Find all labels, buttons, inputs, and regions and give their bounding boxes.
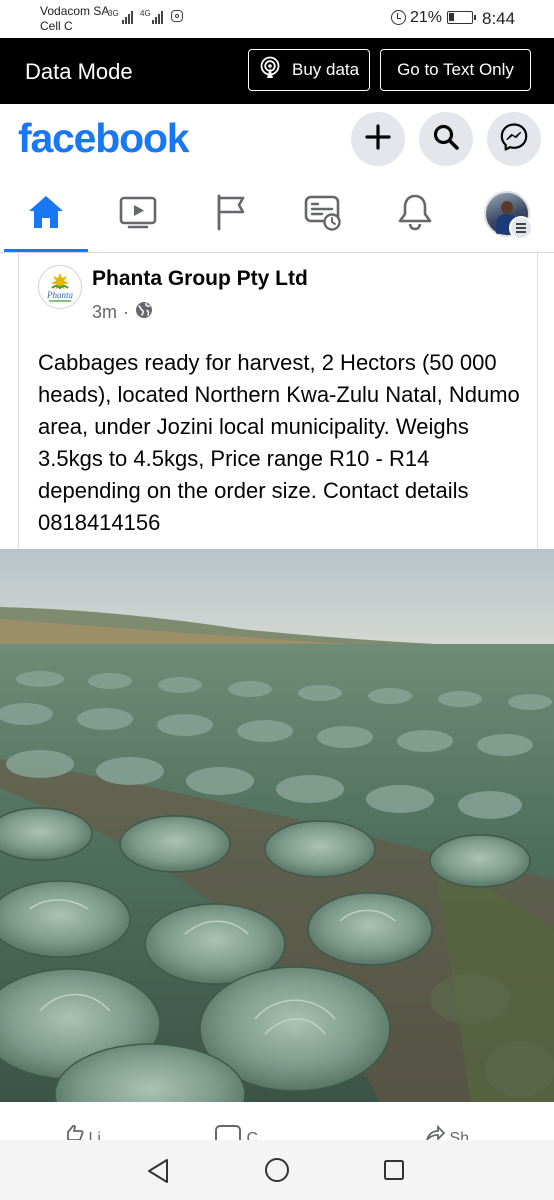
instagram-icon	[171, 10, 183, 22]
meta-separator: ·	[123, 302, 130, 322]
create-button[interactable]	[351, 112, 405, 166]
globe-icon	[135, 301, 153, 324]
menu-hamburger-icon	[509, 216, 533, 240]
pages-flag-icon	[214, 193, 248, 236]
android-navigation-bar	[0, 1140, 554, 1200]
status-bar: Vodacom SA Cell C 3G 4G 21% 8:44	[0, 0, 554, 38]
messenger-button[interactable]	[487, 112, 541, 166]
sim1-network-type: 3G	[108, 9, 119, 18]
share-button[interactable]: Sh	[425, 1124, 470, 1140]
battery-percentage: 21%	[410, 9, 443, 26]
signal-strength-icon	[152, 10, 163, 24]
nav-tab-profile-menu[interactable]	[464, 176, 550, 252]
back-icon[interactable]	[146, 1158, 170, 1189]
nav-tab-home[interactable]	[3, 176, 89, 252]
page-avatar[interactable]: Phanta	[38, 265, 82, 309]
text-only-button[interactable]: Go to Text Only	[380, 49, 531, 91]
video-icon	[119, 195, 157, 234]
like-icon	[64, 1124, 88, 1140]
buy-data-button[interactable]: Buy data	[248, 49, 370, 91]
facebook-header: facebook	[0, 104, 554, 176]
clock-time: 8:44	[482, 9, 516, 28]
search-icon	[432, 123, 460, 156]
home-icon	[27, 194, 65, 235]
buy-data-label: Buy data	[292, 60, 360, 79]
post-action-bar: Li C Sh	[0, 1102, 554, 1140]
home-circle-icon[interactable]	[264, 1157, 290, 1188]
post-card: Phanta Phanta Group Pty Ltd 3m · Cabbage…	[18, 253, 538, 549]
share-icon	[425, 1124, 449, 1140]
sim2-network-type: 4G	[140, 9, 151, 18]
facebook-logo[interactable]: facebook	[18, 115, 190, 162]
search-button[interactable]	[419, 112, 473, 166]
active-tab-indicator	[4, 249, 88, 252]
carrier-name-1: Vodacom SA	[40, 4, 110, 18]
wifi-broadcast-icon	[258, 56, 282, 85]
comment-button[interactable]: C	[214, 1125, 259, 1140]
main-navigation	[0, 176, 554, 253]
post-timestamp[interactable]: 3m	[92, 302, 117, 323]
data-mode-banner: Data Mode Buy data Go to Text Only	[0, 38, 554, 104]
post-body-text: Cabbages ready for harvest, 2 Hectors (5…	[38, 350, 520, 535]
nav-tab-pages[interactable]	[188, 176, 274, 252]
text-only-label: Go to Text Only	[397, 60, 514, 79]
nav-tab-notifications[interactable]	[372, 176, 458, 252]
notifications-bell-icon	[397, 193, 433, 236]
nav-tab-watch[interactable]	[95, 176, 181, 252]
signal-strength-icon	[122, 10, 133, 24]
like-label: Li	[88, 1130, 101, 1140]
cabbage-field-photo[interactable]	[0, 549, 554, 1102]
plus-icon	[365, 123, 391, 155]
page-name-link[interactable]: Phanta Group Pty Ltd	[92, 267, 308, 291]
alarm-clock-icon	[391, 10, 406, 25]
carrier-info: Vodacom SA Cell C	[40, 4, 109, 34]
comment-label: C	[246, 1130, 259, 1140]
comment-icon	[214, 1125, 246, 1140]
page-avatar-logo-text: Phanta	[46, 290, 73, 300]
share-label: Sh	[449, 1130, 470, 1140]
profile-avatar	[484, 191, 533, 240]
nav-tab-memories[interactable]	[280, 176, 366, 252]
battery-icon	[447, 11, 476, 24]
post-meta: 3m ·	[92, 301, 153, 324]
messenger-icon	[499, 122, 529, 157]
like-button[interactable]: Li	[64, 1124, 101, 1140]
carrier-name-2: Cell C	[40, 19, 73, 33]
data-mode-title: Data Mode	[25, 59, 133, 84]
recents-square-icon[interactable]	[383, 1159, 405, 1186]
memories-icon	[304, 193, 342, 236]
